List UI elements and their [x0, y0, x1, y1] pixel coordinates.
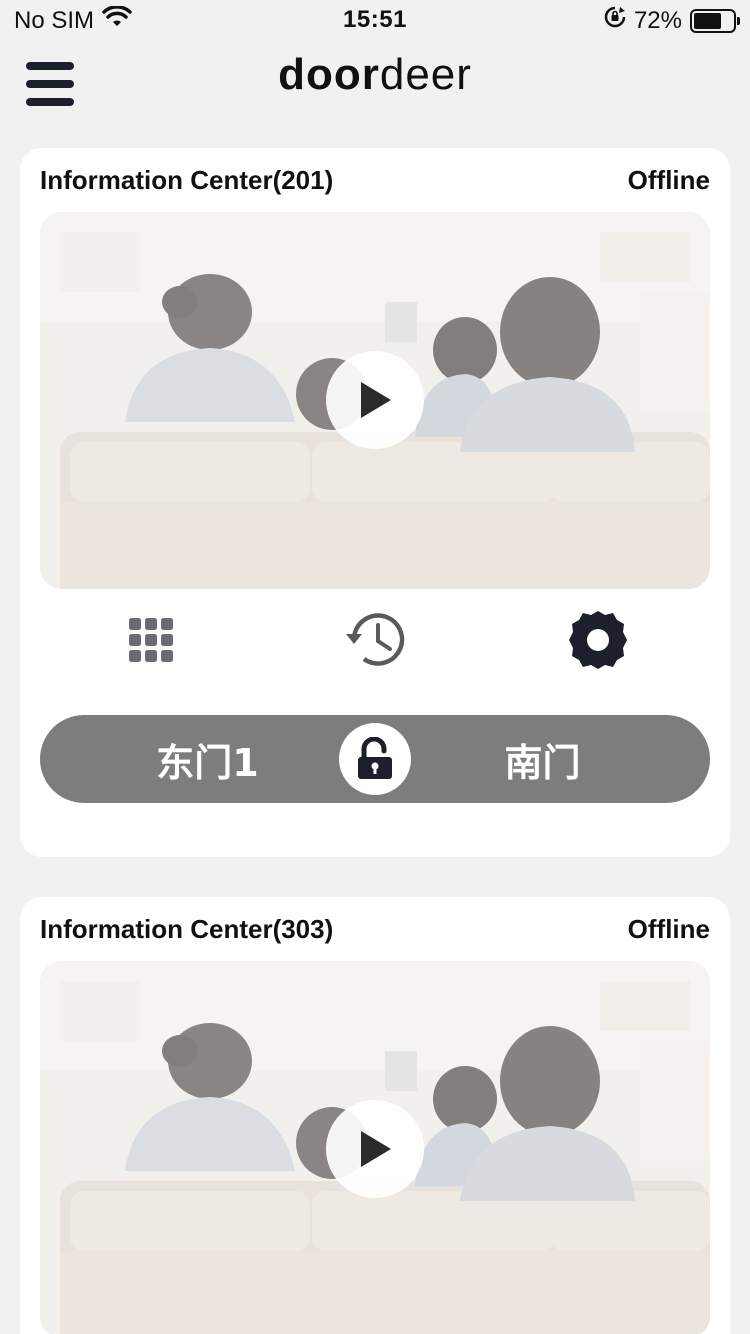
play-icon [361, 382, 391, 418]
device-name: Information Center(201) [40, 164, 334, 195]
play-button[interactable] [326, 351, 424, 449]
battery-percent: 72% [633, 6, 682, 34]
device-card: Information Center(303) Offline [20, 897, 730, 1334]
keypad-icon[interactable] [119, 608, 183, 672]
tool-row [20, 608, 730, 670]
device-status: Offline [627, 913, 710, 944]
status-bar: No SIM 15:51 72% [0, 0, 750, 42]
play-icon [361, 1131, 391, 1167]
card-header: Information Center(201) Offline [40, 162, 710, 198]
device-name: Information Center(303) [40, 913, 334, 944]
unlock-icon [358, 737, 392, 779]
card-header: Information Center(303) Offline [40, 911, 710, 947]
app-logo: doordeer [0, 50, 750, 100]
unlock-button[interactable] [339, 723, 411, 795]
battery-level [694, 12, 722, 29]
logo-light: deer [379, 50, 472, 99]
door-right-label: 南门 [504, 740, 581, 785]
video-preview[interactable] [40, 212, 710, 589]
unlock-bar: 东门1 南门 [40, 715, 710, 803]
top-nav: doordeer [0, 42, 750, 122]
device-card: Information Center(201) Offline 东门1 南门 [20, 148, 730, 857]
video-preview[interactable] [40, 961, 710, 1334]
history-icon[interactable] [343, 608, 407, 672]
gear-icon[interactable] [566, 608, 630, 672]
status-right: 72% [604, 6, 740, 35]
device-status: Offline [627, 164, 710, 195]
orientation-lock-icon [604, 6, 626, 35]
door-left-label: 东门1 [156, 740, 259, 785]
logo-bold: door [278, 50, 380, 99]
door-east-button[interactable]: 东门1 [80, 715, 335, 803]
door-south-button[interactable]: 南门 [415, 715, 670, 803]
play-button[interactable] [326, 1100, 424, 1198]
battery-icon [690, 8, 740, 33]
